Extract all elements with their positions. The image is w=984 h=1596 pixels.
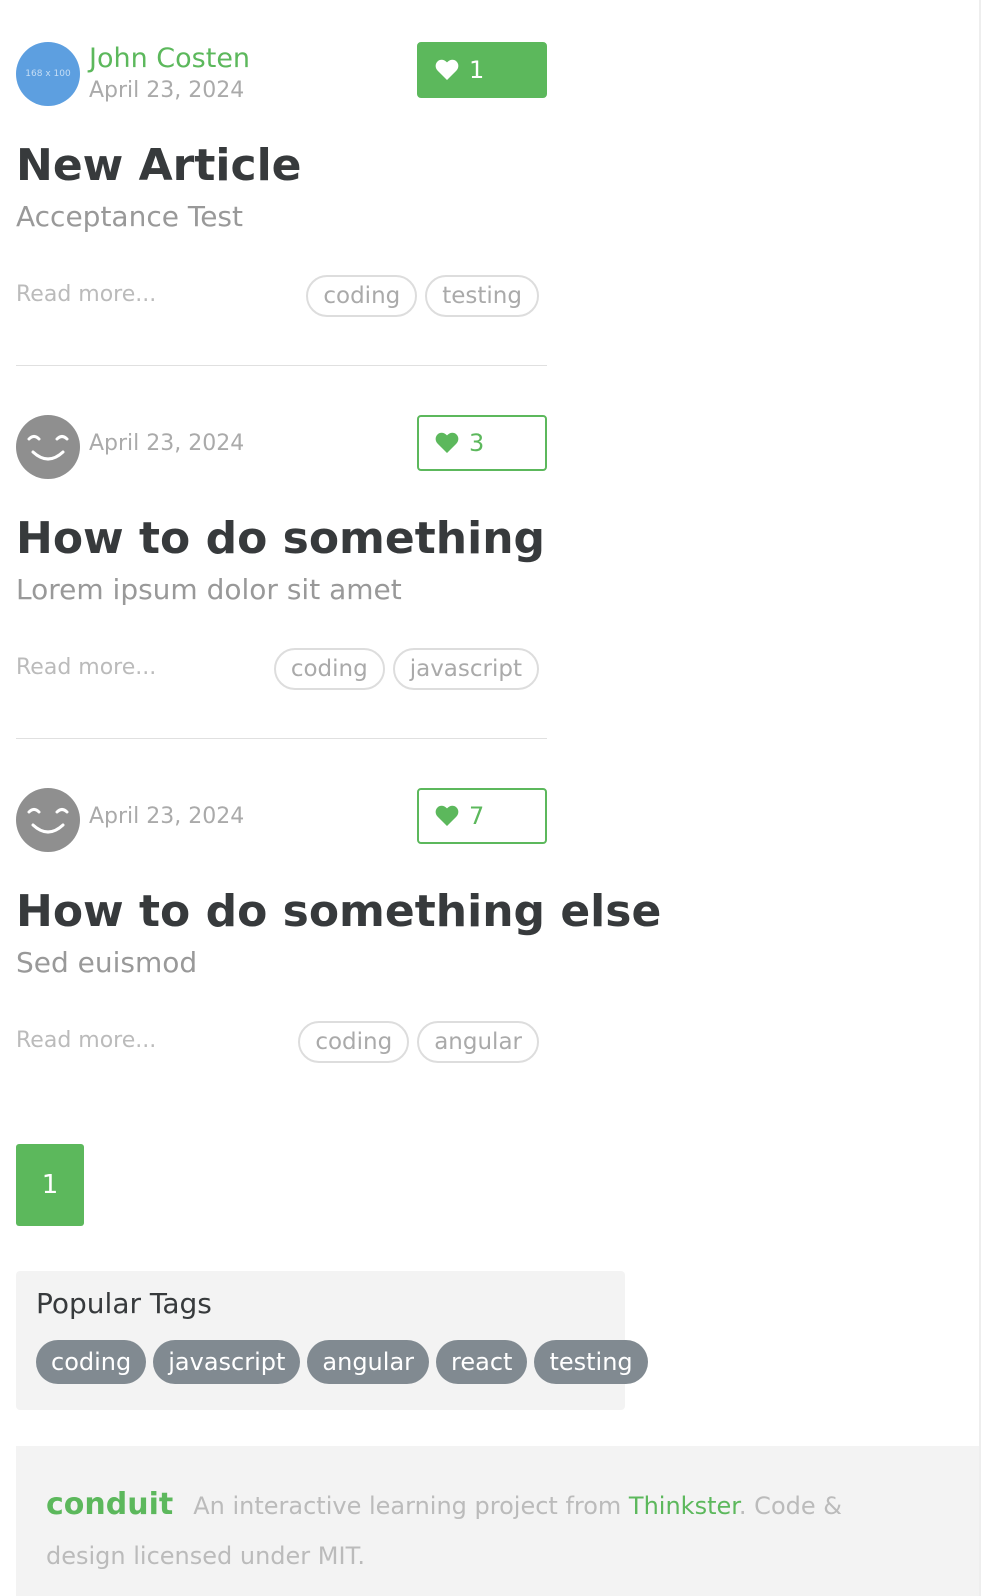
pagination-page-1[interactable]: 1 bbox=[16, 1144, 84, 1226]
favorite-button[interactable]: 3 bbox=[417, 415, 547, 471]
article-title[interactable]: How to do something else bbox=[16, 884, 661, 940]
article-feed: 168 x 100 John Costen April 23, 2024 1 N… bbox=[16, 0, 661, 1119]
popular-tag-list: coding javascript angular react testing bbox=[36, 1340, 648, 1384]
article-tag-list: coding testing bbox=[306, 275, 539, 317]
article-title[interactable]: How to do something bbox=[16, 511, 545, 567]
favorite-count: 7 bbox=[469, 802, 485, 830]
popular-tag[interactable]: coding bbox=[36, 1340, 147, 1384]
read-more-link[interactable]: Read more... bbox=[16, 1028, 156, 1054]
favorite-count: 3 bbox=[469, 429, 485, 457]
heart-icon bbox=[435, 59, 459, 80]
favorite-button[interactable]: 7 bbox=[417, 788, 547, 844]
article-tag: coding bbox=[273, 648, 385, 690]
popular-tag[interactable]: javascript bbox=[153, 1340, 301, 1384]
article-date: April 23, 2024 bbox=[89, 804, 245, 829]
article-date: April 23, 2024 bbox=[89, 431, 245, 456]
read-more-link[interactable]: Read more... bbox=[16, 655, 156, 681]
favorite-count: 1 bbox=[469, 56, 485, 84]
article-description: Acceptance Test bbox=[16, 200, 243, 233]
article-preview: April 23, 2024 3 How to do something Lor… bbox=[16, 373, 547, 746]
sidebar-title: Popular Tags bbox=[36, 1287, 212, 1320]
article-tag-list: coding angular bbox=[298, 1021, 539, 1063]
article-date: April 23, 2024 bbox=[89, 78, 245, 103]
footer-attribution: conduit An interactive learning project f… bbox=[46, 1480, 926, 1581]
article-tag: angular bbox=[417, 1021, 539, 1063]
avatar-placeholder-text: 168 x 100 bbox=[25, 69, 71, 79]
footer-text-before: An interactive learning project from bbox=[193, 1492, 629, 1520]
popular-tag[interactable]: react bbox=[436, 1340, 528, 1384]
article-description: Sed euismod bbox=[16, 946, 198, 979]
heart-icon bbox=[435, 432, 459, 453]
author-name[interactable]: John Costen bbox=[89, 44, 250, 74]
thinkster-link[interactable]: Thinkster bbox=[629, 1492, 739, 1520]
popular-tag[interactable]: angular bbox=[307, 1340, 430, 1384]
article-tag: coding bbox=[298, 1021, 410, 1063]
article-tag-list: coding javascript bbox=[273, 648, 539, 690]
popular-tag[interactable]: testing bbox=[534, 1340, 648, 1384]
avatar[interactable] bbox=[16, 415, 80, 479]
smiley-face-icon bbox=[27, 808, 69, 834]
right-edge-divider bbox=[979, 0, 981, 1596]
article-title[interactable]: New Article bbox=[16, 138, 302, 194]
popular-tags-sidebar: Popular Tags coding javascript angular r… bbox=[16, 1271, 648, 1410]
footer: conduit An interactive learning project f… bbox=[16, 1446, 979, 1596]
article-preview: April 23, 2024 7 How to do something els… bbox=[16, 746, 661, 1119]
read-more-link[interactable]: Read more... bbox=[16, 282, 156, 308]
article-tag: testing bbox=[425, 275, 539, 317]
avatar[interactable]: 168 x 100 bbox=[16, 42, 80, 106]
article-tag: javascript bbox=[392, 648, 539, 690]
avatar[interactable] bbox=[16, 788, 80, 852]
heart-icon bbox=[435, 805, 459, 826]
footer-logo[interactable]: conduit bbox=[46, 1487, 173, 1522]
article-tag: coding bbox=[306, 275, 418, 317]
favorite-button[interactable]: 1 bbox=[417, 42, 547, 98]
article-description: Lorem ipsum dolor sit amet bbox=[16, 573, 402, 606]
article-preview: 168 x 100 John Costen April 23, 2024 1 N… bbox=[16, 0, 547, 373]
smiley-face-icon bbox=[27, 435, 69, 461]
